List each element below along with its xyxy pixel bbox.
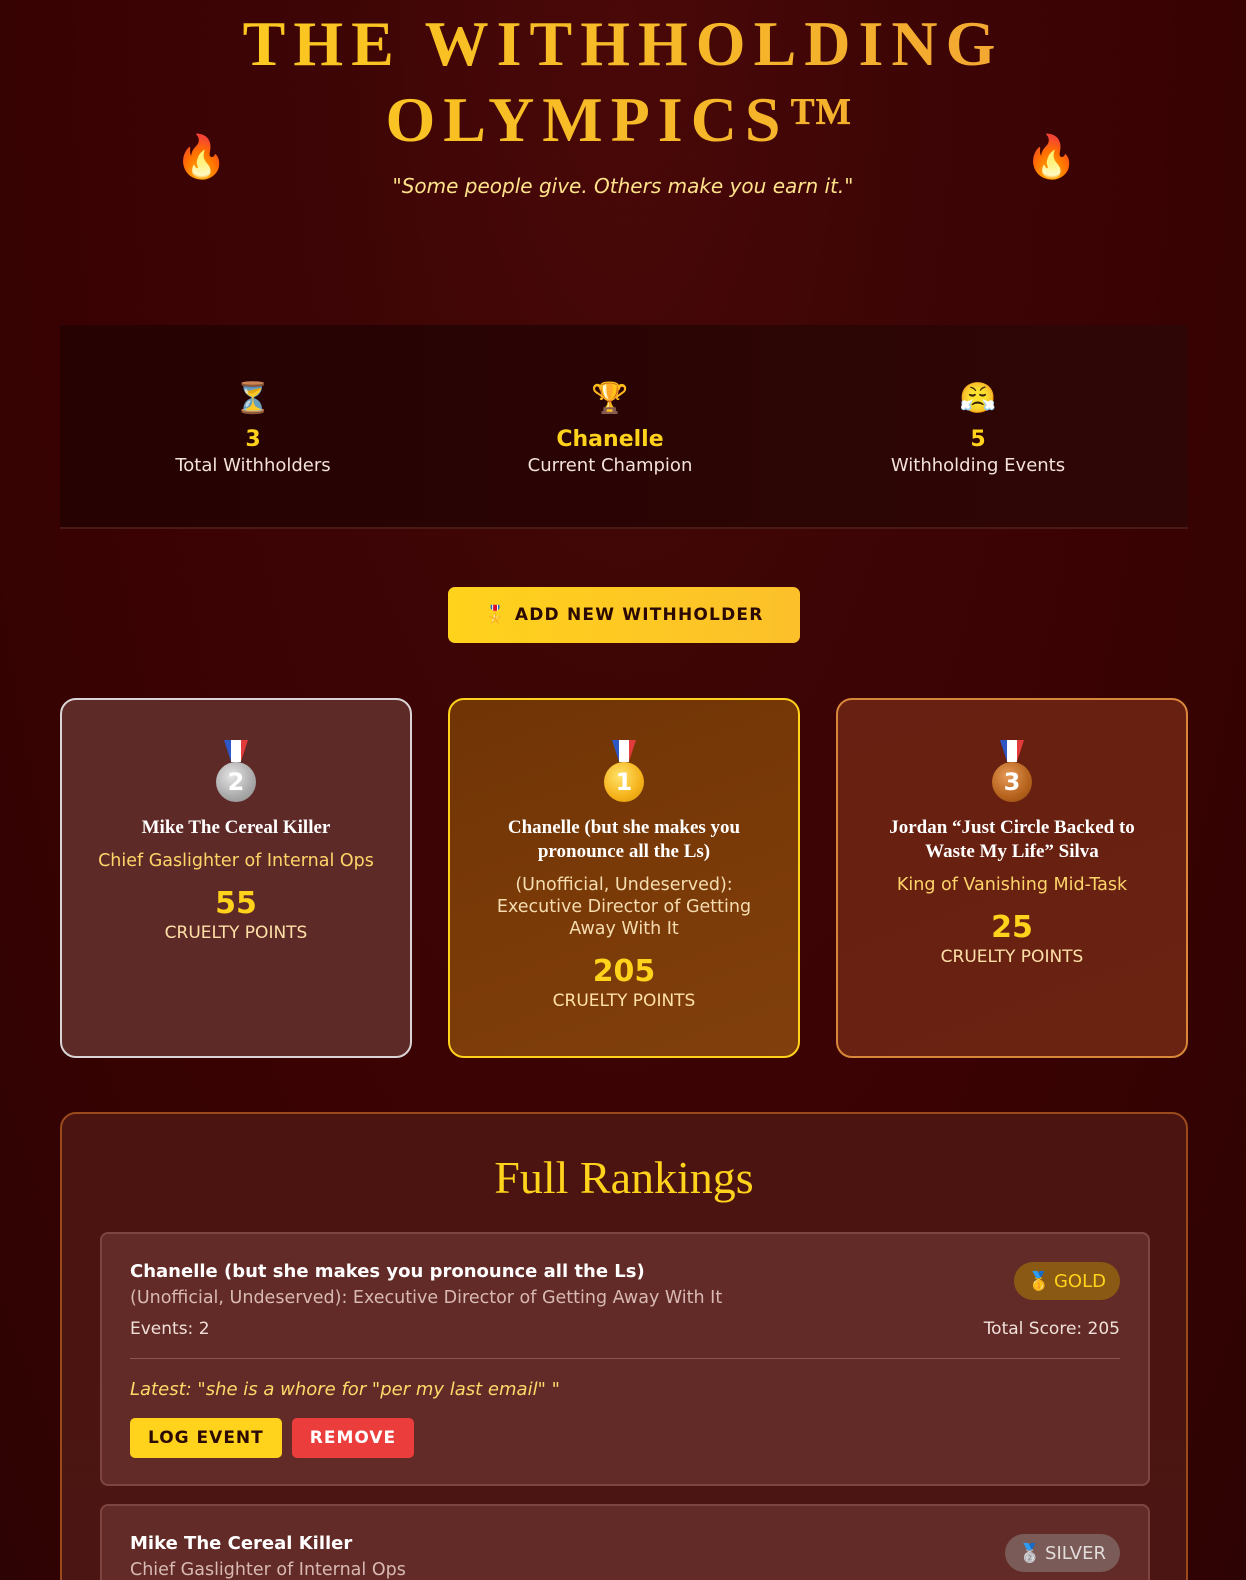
- gold-medal-icon: 1: [602, 740, 646, 806]
- ranking-name: Chanelle (but she makes you pronounce al…: [130, 1261, 645, 1282]
- stat-label: Withholding Events: [890, 455, 1066, 476]
- stat-value: 5: [970, 427, 986, 452]
- stat-value: Chanelle: [556, 427, 664, 452]
- title-line-1: THE WITHHOLDING: [242, 8, 1004, 79]
- stat-total-withholders: ⏳ 3 Total Withholders: [103, 381, 403, 478]
- podium-score: 25: [991, 910, 1033, 945]
- ranking-name: Mike The Cereal Killer: [130, 1533, 353, 1554]
- podium-name: Mike The Cereal Killer: [141, 817, 331, 838]
- ranking-events: Events: 2: [130, 1319, 210, 1339]
- podium-name: Jordan “Just Circle Backed to Waste My L…: [889, 817, 1135, 862]
- medal-icon: 🎖️: [484, 605, 507, 625]
- badge-label: GOLD: [1053, 1270, 1106, 1292]
- divider: [130, 1358, 1120, 1359]
- silver-badge: 🥈 SILVER: [1004, 1534, 1120, 1572]
- stat-label: Total Withholders: [175, 455, 331, 476]
- podium-unit: CRUELTY POINTS: [552, 991, 696, 1011]
- ranking-title: (Unofficial, Undeserved): Executive Dire…: [130, 1288, 723, 1308]
- podium-title: (Unofficial, Undeserved): Executive Dire…: [496, 875, 752, 939]
- ranking-card: Mike The Cereal Killer Chief Gaslighter …: [100, 1504, 1150, 1580]
- stat-value: 3: [245, 427, 261, 452]
- podium-card-bronze: 3 Jordan “Just Circle Backed to Waste My…: [836, 698, 1188, 1058]
- podium-score: 55: [215, 886, 257, 921]
- remove-button[interactable]: REMOVE: [291, 1418, 415, 1458]
- gold-medal-icon: 🥇: [1027, 1270, 1050, 1292]
- ranking-card: Chanelle (but she makes you pronounce al…: [100, 1232, 1150, 1486]
- silver-medal-icon: 🥈: [1018, 1542, 1042, 1564]
- gold-badge: 🥇 GOLD: [1013, 1262, 1120, 1300]
- silver-medal-icon: 2: [214, 740, 258, 806]
- podium-title: King of Vanishing Mid-Task: [896, 875, 1128, 895]
- hourglass-icon: ⏳: [234, 381, 272, 416]
- trophy-icon: 🏆: [591, 381, 629, 416]
- ranking-title: Chief Gaslighter of Internal Ops: [130, 1560, 406, 1580]
- stats-panel: ⏳ 3 Total Withholders 🏆 Chanelle Current…: [60, 325, 1188, 529]
- log-event-button[interactable]: LOG EVENT: [130, 1418, 282, 1458]
- tagline: "Some people give. Others make you earn …: [392, 174, 854, 198]
- podium-unit: CRUELTY POINTS: [164, 923, 308, 943]
- podium-name: Chanelle (but she makes you pronounce al…: [507, 817, 741, 862]
- podium-unit: CRUELTY POINTS: [940, 947, 1084, 967]
- podium-title: Chief Gaslighter of Internal Ops: [98, 851, 374, 871]
- podium-card-gold: 1 Chanelle (but she makes you pronounce …: [448, 698, 800, 1058]
- rankings-heading: Full Rankings: [494, 1152, 754, 1203]
- ranking-total-score: Total Score: 205: [983, 1319, 1120, 1339]
- add-button-label: ADD NEW WITHHOLDER: [514, 605, 764, 625]
- full-rankings-panel: Full Rankings Chanelle (but she makes yo…: [60, 1112, 1188, 1580]
- latest-event: Latest: "she is a whore for "per my last…: [130, 1379, 560, 1400]
- podium-score: 205: [592, 954, 656, 989]
- podium-card-silver: 2 Mike The Cereal Killer Chief Gaslighte…: [60, 698, 412, 1058]
- stat-label: Current Champion: [527, 455, 693, 476]
- stat-withholding-events: 😤 5 Withholding Events: [828, 381, 1128, 478]
- bronze-medal-icon: 3: [990, 740, 1034, 806]
- add-new-withholder-button[interactable]: 🎖️ ADD NEW WITHHOLDER: [448, 587, 800, 643]
- angry-face-icon: 😤: [959, 381, 997, 416]
- stat-current-champion: 🏆 Chanelle Current Champion: [460, 381, 760, 478]
- badge-label: SILVER: [1045, 1542, 1106, 1564]
